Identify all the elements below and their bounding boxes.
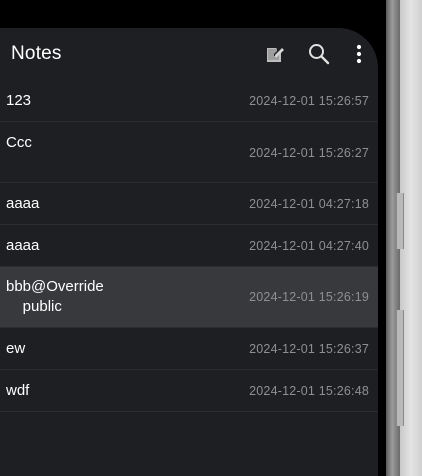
note-row[interactable]: ew 2024-12-01 15:26:37 xyxy=(0,328,378,370)
note-row[interactable]: wdf 2024-12-01 15:26:48 xyxy=(0,370,378,412)
top-app-bar: Notes xyxy=(0,28,378,80)
edit-note-icon[interactable] xyxy=(263,42,287,66)
app-title: Notes xyxy=(11,43,62,64)
device-stage: Notes 123 2024-12-01 15:26:57 Ccc 2024-1… xyxy=(0,0,422,476)
more-vert-icon[interactable] xyxy=(347,42,371,66)
note-title: 123 xyxy=(6,92,32,109)
note-title: wdf xyxy=(6,382,30,399)
notes-list: 123 2024-12-01 15:26:57 Ccc 2024-12-01 1… xyxy=(0,80,378,412)
note-row-selected[interactable]: bbb@Override public 2024-12-01 15:26:19 xyxy=(0,267,378,328)
note-title: aaaa xyxy=(6,195,40,212)
note-title: bbb@Override public xyxy=(6,278,104,315)
note-row[interactable]: aaaa 2024-12-01 04:27:40 xyxy=(0,225,378,267)
note-timestamp: 2024-12-01 15:26:37 xyxy=(249,342,369,356)
note-timestamp: 2024-12-01 15:26:19 xyxy=(249,290,369,304)
volume-button xyxy=(396,193,404,249)
note-title: ew xyxy=(6,340,26,357)
note-timestamp: 2024-12-01 04:27:18 xyxy=(249,197,369,211)
note-row[interactable]: Ccc 2024-12-01 15:26:27 xyxy=(0,122,378,183)
note-title: Ccc xyxy=(6,134,32,151)
note-row[interactable]: 123 2024-12-01 15:26:57 xyxy=(0,80,378,122)
search-icon[interactable] xyxy=(307,42,331,66)
note-title: aaaa xyxy=(6,237,40,254)
note-timestamp: 2024-12-01 15:26:27 xyxy=(249,146,369,160)
note-timestamp: 2024-12-01 04:27:40 xyxy=(249,239,369,253)
note-timestamp: 2024-12-01 15:26:48 xyxy=(249,384,369,398)
note-row[interactable]: aaaa 2024-12-01 04:27:18 xyxy=(0,183,378,225)
phone-screen: Notes 123 2024-12-01 15:26:57 Ccc 2024-1… xyxy=(0,28,378,476)
note-timestamp: 2024-12-01 15:26:57 xyxy=(249,94,369,108)
power-button xyxy=(396,310,404,426)
